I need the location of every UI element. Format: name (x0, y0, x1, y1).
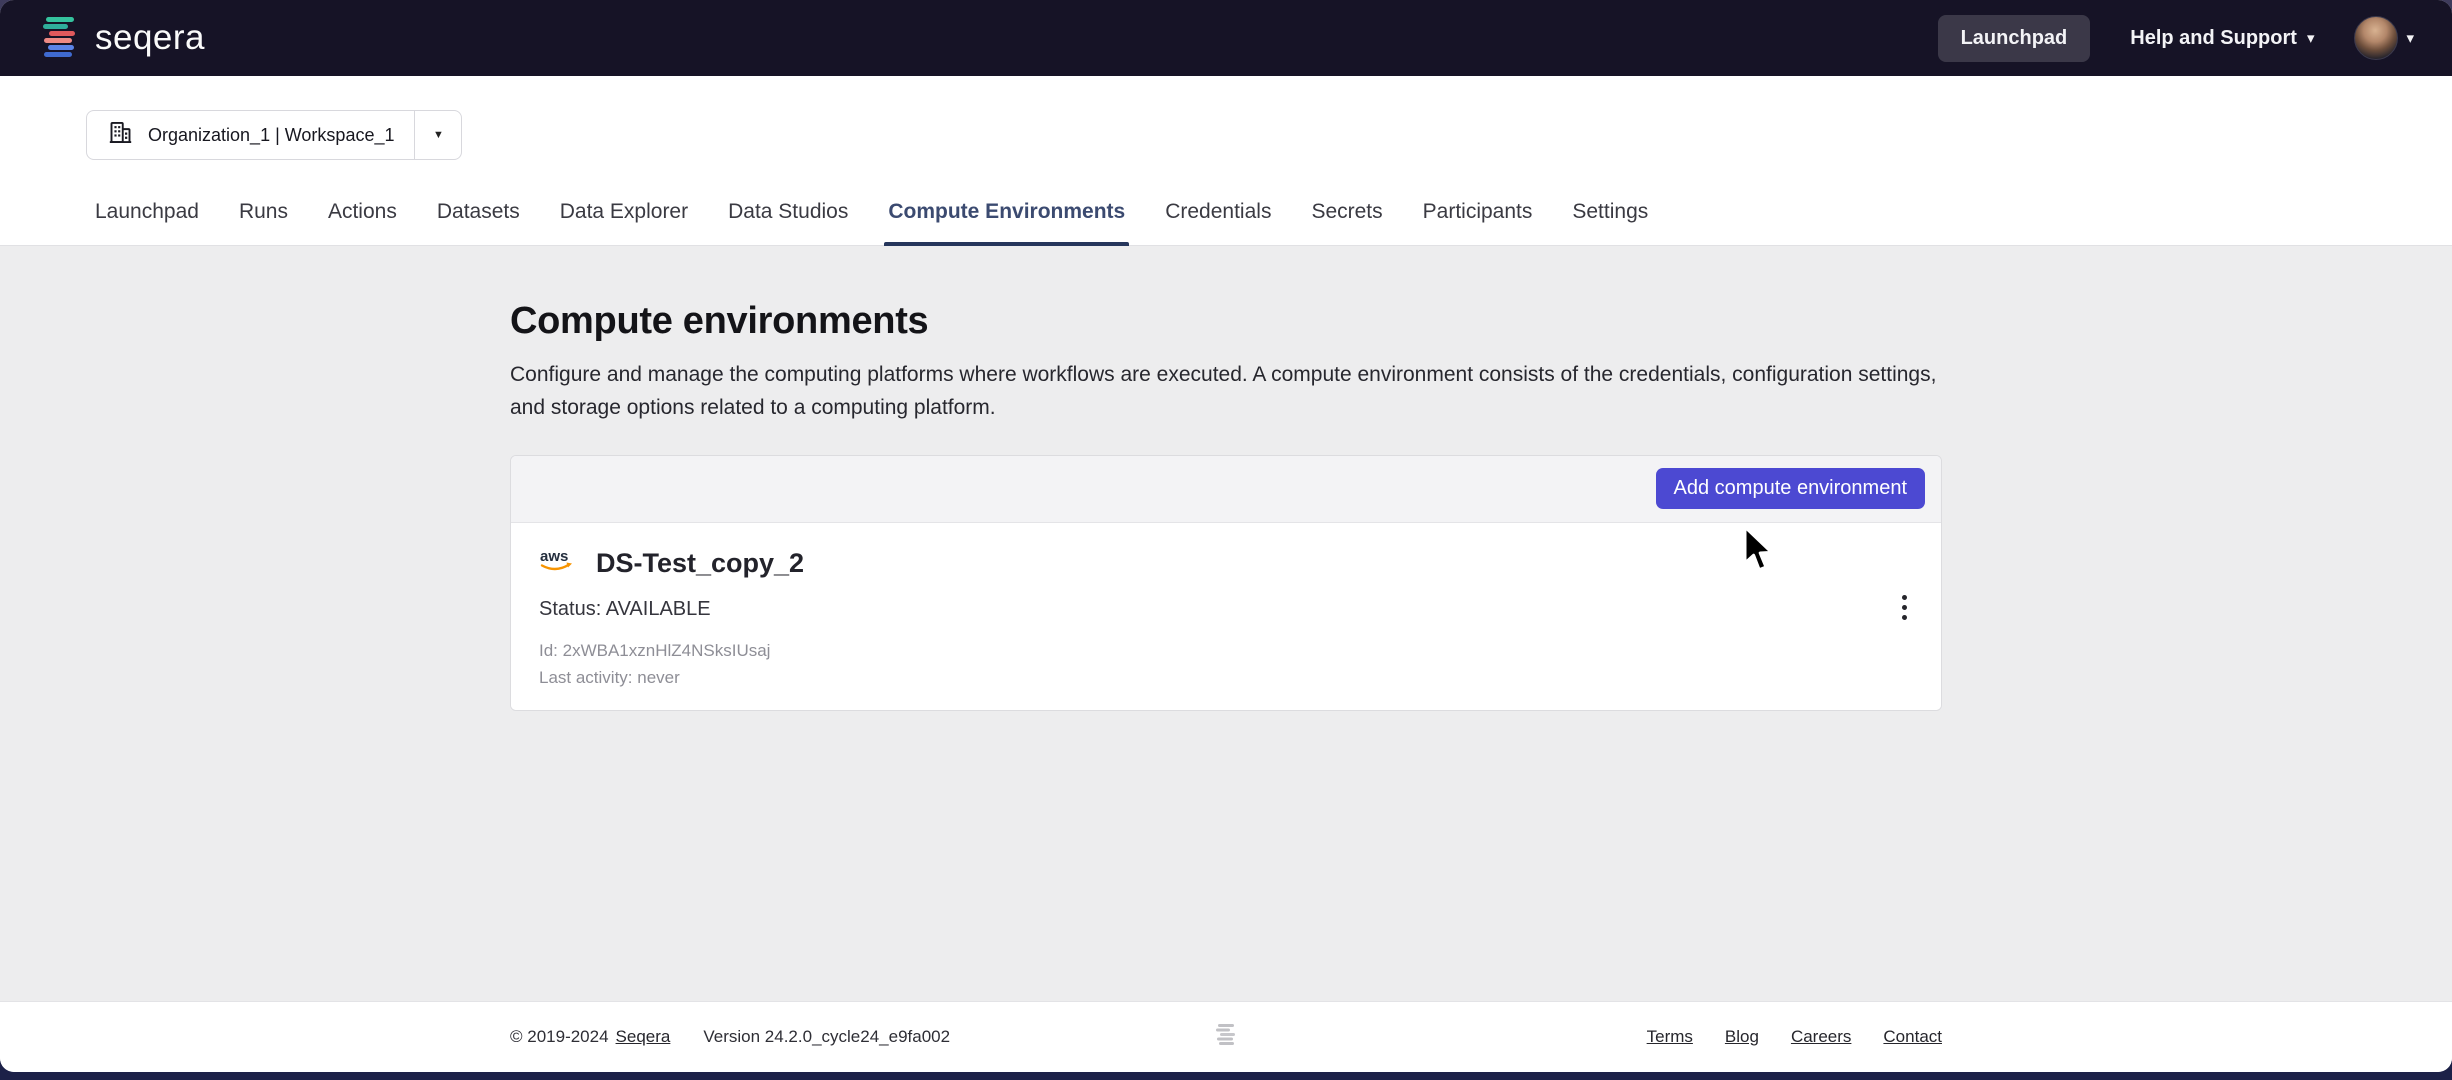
brand-name: seqera (95, 18, 205, 58)
help-and-support-menu[interactable]: Help and Support ▾ (2130, 27, 2314, 50)
tab-launchpad[interactable]: Launchpad (95, 200, 199, 245)
seqera-logo-icon (38, 13, 82, 64)
terms-link[interactable]: Terms (1647, 1027, 1693, 1047)
tab-actions[interactable]: Actions (328, 200, 397, 245)
copyright-text: © 2019-2024 (510, 1027, 609, 1047)
tab-datasets[interactable]: Datasets (437, 200, 520, 245)
contact-link[interactable]: Contact (1883, 1027, 1942, 1047)
aws-icon-text: aws (540, 548, 568, 565)
footer-links: Terms Blog Careers Contact (1647, 1027, 1942, 1047)
workspace-tabs: Launchpad Runs Actions Datasets Data Exp… (95, 200, 2452, 245)
app-window: seqera Launchpad Help and Support ▾ ▾ (0, 0, 2452, 1072)
tab-data-studios[interactable]: Data Studios (728, 200, 848, 245)
page-title: Compute environments (510, 300, 1942, 343)
seqera-footer-link[interactable]: Seqera (616, 1027, 671, 1047)
launchpad-button[interactable]: Launchpad (1938, 15, 2091, 62)
seqera-mark-icon (1215, 1022, 1237, 1053)
careers-link[interactable]: Careers (1791, 1027, 1851, 1047)
chevron-down-icon: ▾ (2406, 31, 2414, 46)
tab-settings[interactable]: Settings (1572, 200, 1648, 245)
tab-secrets[interactable]: Secrets (1311, 200, 1382, 245)
organization-icon (107, 119, 134, 151)
footer: © 2019-2024 Seqera Version 24.2.0_cycle2… (0, 1001, 2452, 1072)
user-menu[interactable]: ▾ (2354, 16, 2414, 60)
tab-compute-environments[interactable]: Compute Environments (888, 200, 1125, 245)
workspace-selector-label: Organization_1 | Workspace_1 (148, 125, 394, 146)
panel-toolbar: Add compute environment (511, 456, 1941, 522)
main-content: Compute environments Configure and manag… (0, 246, 2452, 1001)
tab-data-explorer[interactable]: Data Explorer (560, 200, 688, 245)
version-text: Version 24.2.0_cycle24_e9fa002 (703, 1027, 950, 1047)
avatar (2354, 16, 2398, 60)
help-menu-label: Help and Support (2130, 27, 2297, 50)
kebab-menu-icon[interactable] (1896, 589, 1913, 626)
top-navbar: seqera Launchpad Help and Support ▾ ▾ (0, 0, 2452, 76)
environment-id: Id: 2xWBA1xznHlZ4NSksIUsaj (539, 641, 1941, 661)
tab-credentials[interactable]: Credentials (1165, 200, 1271, 245)
environment-last-activity: Last activity: never (539, 668, 1941, 688)
workspace-header: Organization_1 | Workspace_1 ▼ Launchpad… (0, 76, 2452, 246)
workspace-selector[interactable]: Organization_1 | Workspace_1 ▼ (86, 110, 462, 160)
compute-environment-row: aws DS-Test_copy_2 Status: AVAILABLE Id:… (511, 522, 1941, 710)
environment-name-link[interactable]: DS-Test_copy_2 (596, 548, 804, 579)
compute-environments-panel: Add compute environment aws DS-Test_copy… (510, 455, 1942, 711)
tab-participants[interactable]: Participants (1423, 200, 1533, 245)
seqera-brand[interactable]: seqera (38, 13, 205, 64)
page-description: Configure and manage the computing platf… (510, 359, 1942, 425)
caret-down-icon: ▼ (433, 129, 444, 141)
aws-icon: aws (539, 547, 581, 580)
blog-link[interactable]: Blog (1725, 1027, 1759, 1047)
chevron-down-icon: ▾ (2307, 31, 2315, 46)
environment-status: Status: AVAILABLE (539, 598, 1941, 621)
tab-runs[interactable]: Runs (239, 200, 288, 245)
workspace-selector-caret-button[interactable]: ▼ (415, 111, 461, 159)
add-compute-environment-button[interactable]: Add compute environment (1656, 468, 1925, 509)
